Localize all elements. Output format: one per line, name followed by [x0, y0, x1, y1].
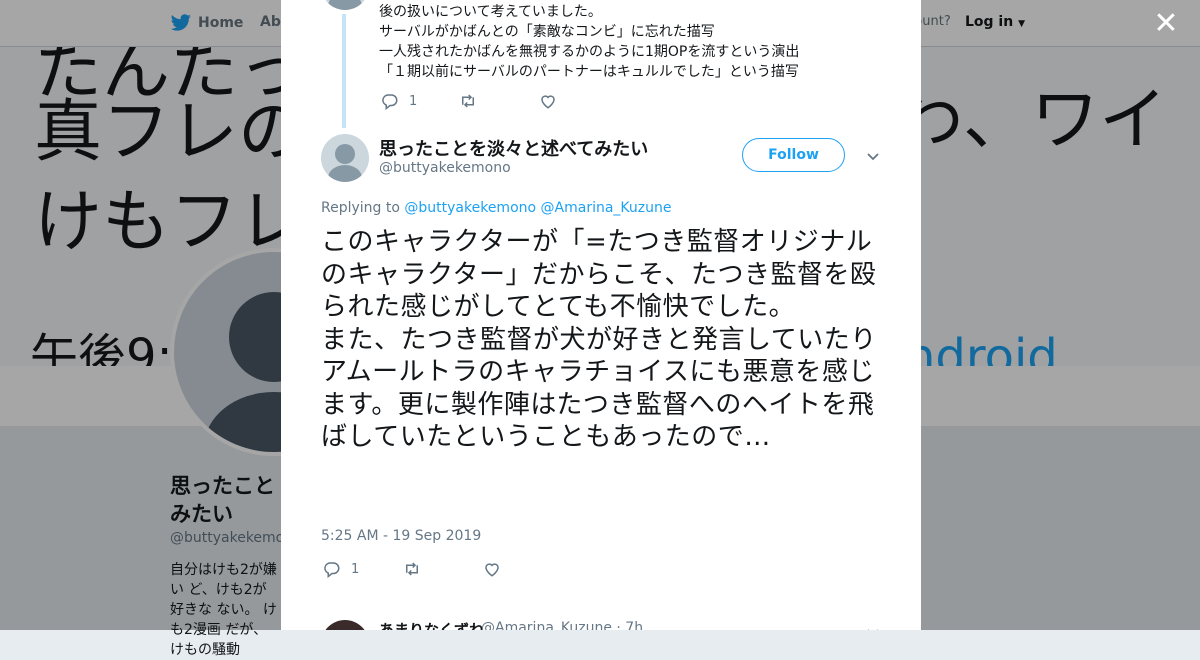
mention-link[interactable]: @buttyakekemono — [404, 200, 536, 216]
previous-tweet-line: 「１期以前にサーバルのパートナーはキュルルでした」という描写 — [379, 64, 799, 80]
reply-icon — [324, 562, 340, 578]
chevron-down-icon — [867, 153, 879, 161]
retweet-button[interactable] — [403, 560, 483, 578]
replying-to-line: Replying to @buttyakekemono @Amarina_Kuz… — [321, 200, 672, 216]
heart-icon — [541, 95, 555, 109]
avatar-body-shape — [328, 165, 362, 182]
tweet-actions: 1 — [323, 560, 501, 578]
close-modal-button[interactable]: ✕ — [1152, 9, 1180, 39]
retweet-button[interactable] — [459, 92, 539, 110]
avatar-head-shape — [335, 144, 355, 164]
next-tweet-meta: @Amarina_Kuzune · 7h — [481, 620, 644, 630]
thread-connector-line — [342, 14, 346, 128]
reply-button[interactable]: 1 — [323, 560, 403, 578]
next-tweet-menu-button[interactable] — [865, 624, 881, 630]
reply-count: 1 — [351, 561, 360, 577]
heart-icon — [485, 563, 499, 577]
chevron-down-icon — [868, 629, 878, 630]
next-tweet-avatar[interactable] — [321, 620, 369, 630]
tweet-timestamp[interactable]: 5:25 AM - 19 Sep 2019 — [321, 528, 481, 544]
tweet-modal: 後の扱いについて考えていました。 サーバルがかばんとの「素敵なコンビ」に忘れた描… — [281, 0, 921, 630]
retweet-icon — [406, 562, 418, 576]
previous-tweet-line: サーバルがかばんとの「素敵なコンビ」に忘れた描写 — [379, 24, 715, 40]
like-button[interactable] — [539, 92, 557, 110]
reply-count: 1 — [409, 93, 418, 109]
tweet-menu-button[interactable] — [865, 148, 881, 164]
tweet-text: このキャラクターが「=たつき監督オリジナルのキャラクター」だからこそ、たつき監督… — [321, 227, 877, 452]
follow-button[interactable]: Follow — [742, 138, 845, 172]
previous-tweet-line: 一人残されたかばんを無視するかのように1期OPを流すという演出 — [379, 44, 800, 60]
mention-link[interactable]: @Amarina_Kuzune — [541, 200, 672, 216]
previous-tweet-actions: 1 — [381, 92, 557, 110]
retweet-icon — [462, 94, 474, 108]
avatar-body-shape — [328, 0, 362, 10]
author-avatar[interactable] — [321, 134, 369, 182]
reply-button[interactable]: 1 — [381, 92, 459, 110]
previous-tweet-text: 後の扱いについて考えていました。 サーバルがかばんとの「素敵なコンビ」に忘れた描… — [379, 2, 799, 82]
reply-icon — [382, 94, 398, 110]
previous-tweet-line: 後の扱いについて考えていました。 — [379, 4, 602, 20]
author-name[interactable]: 思ったことを淡々と述べてみたい — [379, 135, 648, 161]
previous-tweet-avatar[interactable] — [321, 0, 369, 10]
replying-prefix: Replying to — [321, 200, 400, 216]
like-button[interactable] — [483, 560, 501, 578]
close-icon: ✕ — [1153, 6, 1179, 41]
author-handle[interactable]: @buttyakekemono — [379, 160, 511, 176]
next-tweet-author-name[interactable]: あまりなくずね — [379, 619, 484, 630]
